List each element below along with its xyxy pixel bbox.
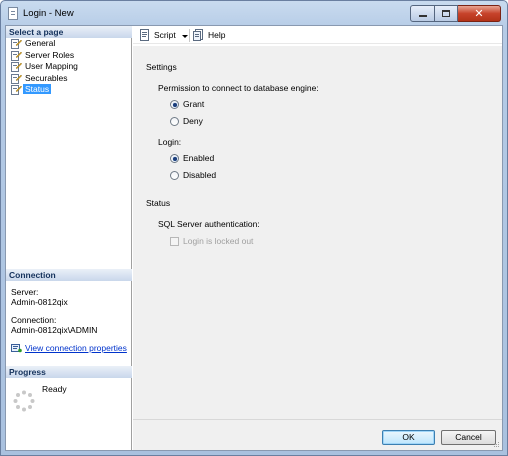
page-list: General Server Roles User Mapping Securable… <box>6 38 132 96</box>
title-bar[interactable]: Login - New ✕ <box>1 1 507 27</box>
page-wrench-icon <box>11 62 22 72</box>
document-icon <box>8 7 18 20</box>
view-connection-properties-link[interactable]: View connection properties <box>25 343 127 353</box>
page-item-securables[interactable]: Securables <box>6 73 132 85</box>
minimize-button[interactable] <box>410 5 435 22</box>
enabled-radio[interactable]: Enabled <box>170 153 214 164</box>
disabled-radio-button[interactable] <box>170 171 179 180</box>
deny-label: Deny <box>183 116 203 126</box>
connection-details: Server: Admin-0812qix Connection: Admin-… <box>6 281 132 359</box>
grant-label: Grant <box>183 99 205 109</box>
resize-grip-icon[interactable] <box>492 440 500 448</box>
locked-out-checkbox-row: Login is locked out <box>170 236 253 247</box>
page-wrench-icon <box>11 85 22 95</box>
server-value: Admin-0812qix <box>11 297 68 307</box>
permission-label: Permission to connect to database engine… <box>158 83 319 93</box>
sql-auth-label: SQL Server authentication: <box>158 219 260 229</box>
grant-radio-button[interactable] <box>170 100 179 109</box>
page-item-label: Securables <box>25 72 68 83</box>
maximize-icon <box>442 10 450 17</box>
maximize-button[interactable] <box>435 5 458 22</box>
login-new-window: Login - New ✕ Select a page General Serve… <box>0 0 508 456</box>
script-button[interactable]: Script <box>139 29 176 41</box>
view-connection-properties[interactable]: View connection properties <box>11 343 127 353</box>
page-item-label: Server Roles <box>25 49 75 60</box>
button-bar: OK Cancel <box>133 419 502 450</box>
enabled-radio-button[interactable] <box>170 154 179 163</box>
connection-header: Connection <box>6 269 132 281</box>
grant-radio[interactable]: Grant <box>170 99 204 110</box>
page-item-general[interactable]: General <box>6 38 132 50</box>
progress-body: Ready <box>6 378 132 438</box>
status-title: Status <box>146 198 171 208</box>
progress-status: Ready <box>42 384 67 394</box>
script-label: Script <box>154 30 176 40</box>
window-title: Login - New <box>23 8 74 19</box>
connection-label: Connection: <box>11 315 57 325</box>
close-button[interactable]: ✕ <box>458 5 501 22</box>
caption-buttons: ✕ <box>410 5 501 22</box>
deny-radio[interactable]: Deny <box>170 116 203 127</box>
properties-icon <box>11 344 22 353</box>
progress-header: Progress <box>6 366 132 378</box>
page-item-status[interactable]: Status <box>6 84 132 96</box>
ok-button[interactable]: OK <box>382 430 435 445</box>
help-button[interactable]: Help <box>193 29 225 41</box>
status-page-content: Settings Permission to connect to databa… <box>133 46 502 419</box>
page-item-user-mapping[interactable]: User Mapping <box>6 61 132 73</box>
page-item-label: General <box>25 38 56 48</box>
locked-out-label: Login is locked out <box>183 236 254 246</box>
toolbar-separator <box>189 29 190 42</box>
select-page-section: Select a page General Server Roles User Ma… <box>6 26 132 96</box>
progress-section: Progress Ready <box>6 366 132 438</box>
script-icon <box>140 29 149 41</box>
left-pane: Select a page General Server Roles User Ma… <box>6 26 132 450</box>
enabled-label: Enabled <box>183 153 215 163</box>
script-dropdown-arrow-icon[interactable] <box>182 35 188 38</box>
page-item-server-roles[interactable]: Server Roles <box>6 50 132 62</box>
cancel-button[interactable]: Cancel <box>441 430 496 445</box>
disabled-label: Disabled <box>183 170 217 180</box>
page-wrench-icon <box>11 73 22 84</box>
dialog-client: Select a page General Server Roles User Ma… <box>5 25 503 451</box>
login-label: Login: <box>158 137 182 147</box>
select-page-header: Select a page <box>6 26 132 38</box>
close-icon: ✕ <box>474 7 484 20</box>
server-label: Server: <box>11 287 39 297</box>
settings-title: Settings <box>146 62 177 72</box>
deny-radio-button[interactable] <box>170 117 179 126</box>
help-icon <box>193 29 203 41</box>
page-wrench-icon <box>11 50 22 61</box>
disabled-radio[interactable]: Disabled <box>170 170 216 181</box>
page-item-label: Status <box>23 84 52 94</box>
help-label: Help <box>208 30 226 40</box>
minimize-icon <box>419 15 427 17</box>
page-wrench-icon <box>11 39 22 49</box>
progress-spinner-icon <box>13 390 35 412</box>
toolbar: Script Help <box>133 26 502 44</box>
connection-section: Connection Server: Admin-0812qix Connect… <box>6 269 132 359</box>
page-item-label: User Mapping <box>25 61 78 71</box>
locked-out-checkbox <box>170 237 179 246</box>
connection-value: Admin-0812qix\ADMIN <box>11 325 98 335</box>
